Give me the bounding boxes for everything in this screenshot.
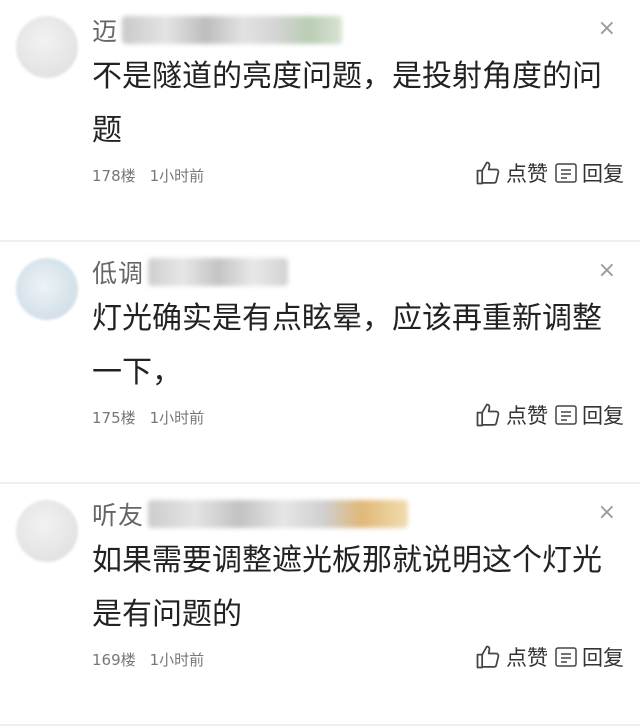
- comment-meta: 169楼 1小时前: [92, 649, 204, 670]
- blurred-username: [148, 500, 409, 528]
- reply-label: 回复: [582, 162, 624, 186]
- comment-meta: 175楼 1小时前: [92, 407, 204, 428]
- username[interactable]: 迈: [92, 12, 118, 48]
- avatar[interactable]: [16, 258, 78, 320]
- comment-actions: 点赞 回复: [474, 158, 624, 188]
- reply-button[interactable]: 回复: [554, 158, 624, 188]
- username-row: 迈: [92, 12, 343, 48]
- username[interactable]: 听友: [92, 496, 144, 532]
- comment-actions: 点赞 回复: [474, 642, 624, 672]
- reply-label: 回复: [582, 646, 624, 670]
- like-label: 点赞: [506, 404, 548, 428]
- username-row: 听友: [92, 496, 409, 532]
- comment-item: 迈 × 不是隧道的亮度问题，是投射角度的问题 178楼 1小时前 点赞 回复: [0, 0, 640, 242]
- like-button[interactable]: 点赞: [474, 642, 548, 672]
- reply-button[interactable]: 回复: [554, 400, 624, 430]
- floor-number: 169楼: [92, 651, 136, 669]
- comment-icon: [554, 645, 578, 669]
- comment-meta: 178楼 1小时前: [92, 165, 204, 186]
- thumbs-up-icon: [474, 401, 502, 429]
- avatar[interactable]: [16, 500, 78, 562]
- timestamp: 1小时前: [149, 651, 205, 669]
- blurred-username: [148, 258, 289, 286]
- reply-label: 回复: [582, 404, 624, 428]
- avatar[interactable]: [16, 16, 78, 78]
- reply-button[interactable]: 回复: [554, 642, 624, 672]
- floor-number: 175楼: [92, 409, 136, 427]
- close-icon[interactable]: ×: [598, 502, 616, 524]
- username[interactable]: 低调: [92, 254, 144, 290]
- thumbs-up-icon: [474, 159, 502, 187]
- comment-item: 低调 × 灯光确实是有点眩晕，应该再重新调整一下， 175楼 1小时前 点赞 回…: [0, 242, 640, 484]
- comment-icon: [554, 403, 578, 427]
- comment-text: 如果需要调整遮光板那就说明这个灯光是有问题的: [92, 543, 602, 632]
- like-label: 点赞: [506, 646, 548, 670]
- close-icon[interactable]: ×: [598, 260, 616, 282]
- comment-item: 听友 × 如果需要调整遮光板那就说明这个灯光是有问题的 169楼 1小时前 点赞: [0, 484, 640, 726]
- blurred-username: [122, 16, 343, 44]
- like-button[interactable]: 点赞: [474, 158, 548, 188]
- comment-actions: 点赞 回复: [474, 400, 624, 430]
- timestamp: 1小时前: [149, 167, 205, 185]
- comment-text: 灯光确实是有点眩晕，应该再重新调整一下，: [92, 301, 602, 390]
- username-row: 低调: [92, 254, 289, 290]
- like-label: 点赞: [506, 162, 548, 186]
- timestamp: 1小时前: [149, 409, 205, 427]
- like-button[interactable]: 点赞: [474, 400, 548, 430]
- comment-text: 不是隧道的亮度问题，是投射角度的问题: [92, 59, 602, 148]
- thumbs-up-icon: [474, 643, 502, 671]
- comment-icon: [554, 161, 578, 185]
- close-icon[interactable]: ×: [598, 18, 616, 40]
- floor-number: 178楼: [92, 167, 136, 185]
